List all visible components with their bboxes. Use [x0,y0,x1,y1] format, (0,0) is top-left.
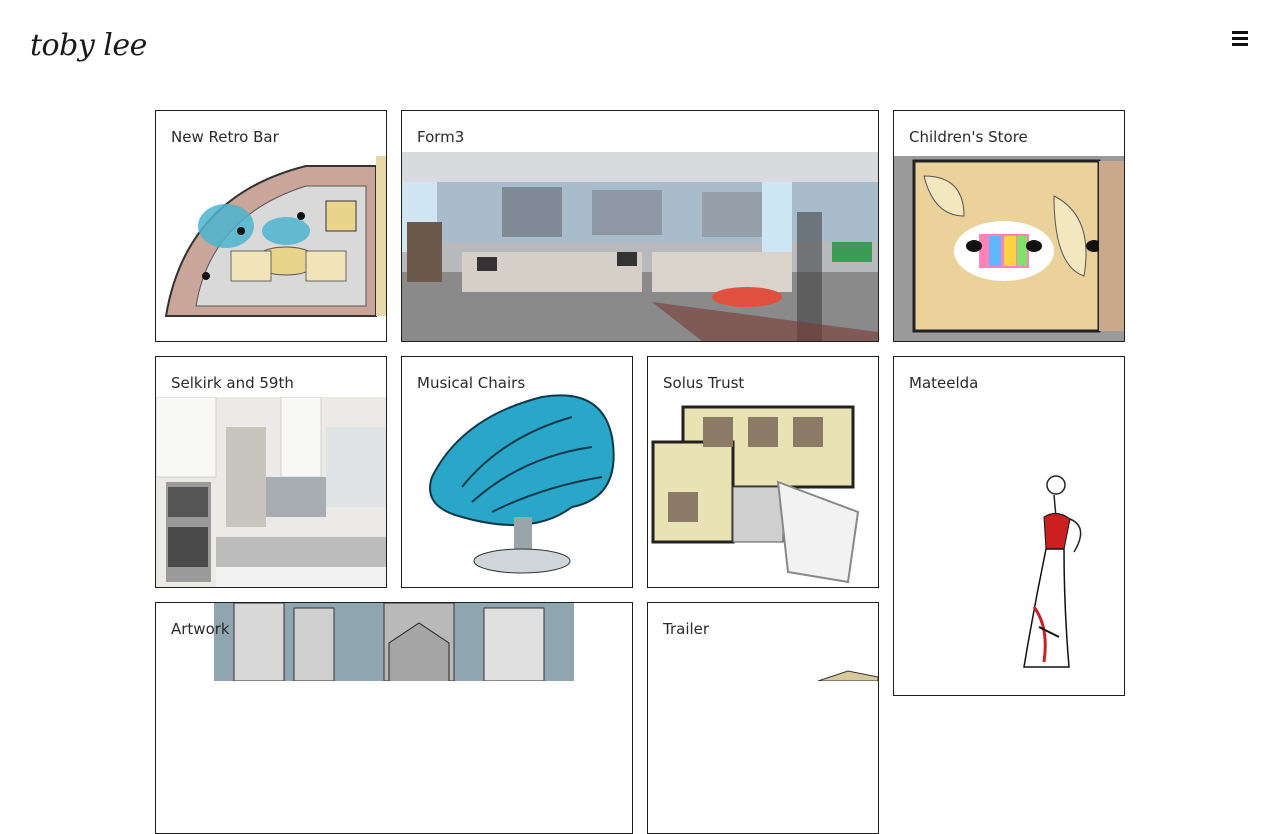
project-title: Musical Chairs [417,374,526,392]
project-title: Artwork [171,620,230,638]
project-title: Mateelda [909,374,979,392]
project-tile-new-retro-bar[interactable]: New Retro Bar [155,110,387,342]
floor-plan-image [894,156,1124,341]
project-tile-artwork[interactable]: Artwork [155,602,633,834]
project-tile-selkirk-and-59th[interactable]: Selkirk and 59th [155,356,387,588]
office-rendering-image [402,152,878,341]
trailer-image [817,670,878,681]
project-tile-form3[interactable]: Form3 [401,110,879,342]
project-title: Form3 [417,128,465,146]
project-title: Selkirk and 59th [171,374,294,392]
floor-plan-image [648,402,878,587]
project-title: Trailer [663,620,710,638]
artwork-image [214,603,574,681]
project-tile-trailer[interactable]: Trailer [647,602,879,834]
hamburger-menu-icon[interactable] [1230,28,1250,48]
project-title: New Retro Bar [171,128,279,146]
project-tile-mateelda[interactable]: Mateelda [893,356,1125,696]
project-tile-solus-trust[interactable]: Solus Trust [647,356,879,588]
project-title: Children's Store [909,128,1028,146]
project-tile-childrens-store[interactable]: Children's Store [893,110,1125,342]
project-tile-musical-chairs[interactable]: Musical Chairs [401,356,633,588]
floor-plan-image [156,156,386,341]
kitchen-photo [156,397,386,587]
fashion-sketch-image [1023,475,1082,668]
project-title: Solus Trust [663,374,745,392]
logo[interactable]: toby lee [30,26,147,66]
chair-sketch-image [429,394,615,574]
